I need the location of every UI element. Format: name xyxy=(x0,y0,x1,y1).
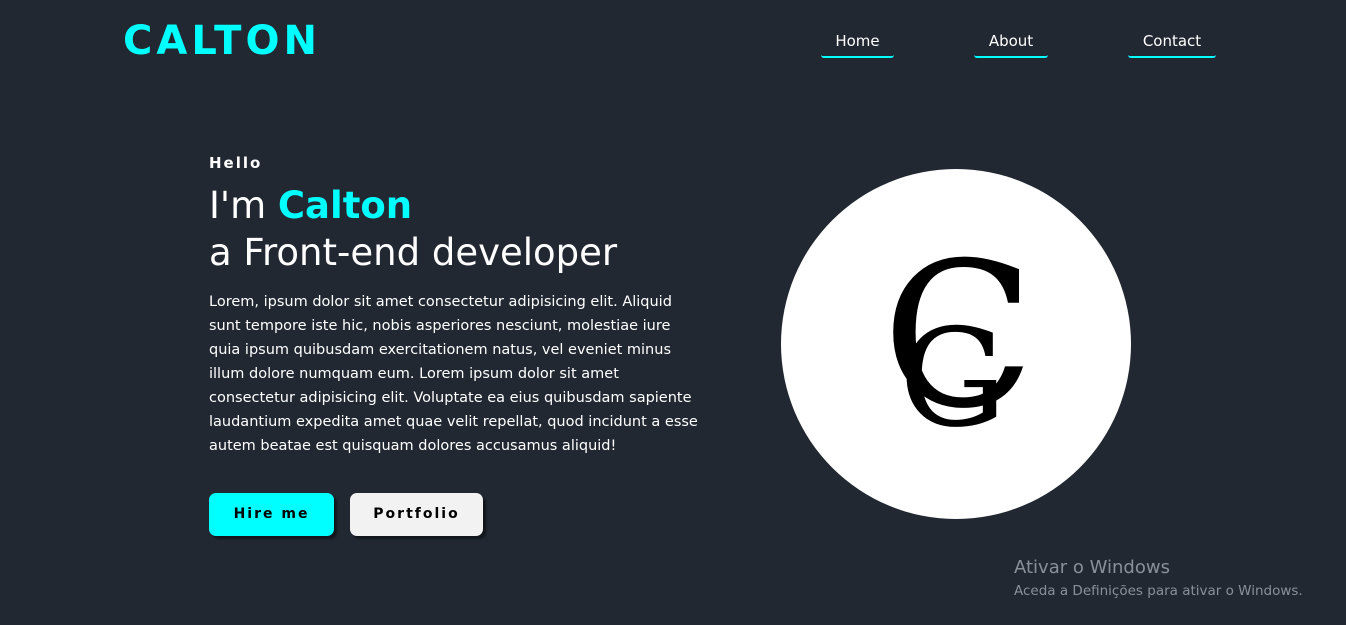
monogram-letter-g: G xyxy=(899,300,1007,457)
hero-greeting: Hello xyxy=(209,154,263,172)
windows-activation-title: Ativar o Windows xyxy=(1014,557,1170,578)
nav-contact-link[interactable]: Contact xyxy=(1128,30,1216,58)
cg-monogram-logo: C G xyxy=(882,220,1035,457)
windows-activation-subtitle: Aceda a Definições para ativar o Windows… xyxy=(1014,583,1303,599)
hero-role: a Front-end developer xyxy=(209,231,618,274)
hero-name: Calton xyxy=(277,184,413,227)
portfolio-button[interactable]: Portfolio xyxy=(350,493,483,536)
site-logo[interactable]: CALTON xyxy=(123,15,321,67)
hire-me-button[interactable]: Hire me xyxy=(209,493,334,536)
hero-headline: I'm Calton a Front-end developer xyxy=(209,182,709,276)
nav-about-link[interactable]: About xyxy=(974,30,1048,58)
profile-image-circle: C G xyxy=(781,169,1131,519)
hero-description: Lorem, ipsum dolor sit amet consectetur … xyxy=(209,294,698,454)
hero-section: Hello I'm Calton a Front-end developer L… xyxy=(209,150,709,458)
hero-intro-prefix: I'm xyxy=(209,184,278,227)
nav-home-link[interactable]: Home xyxy=(821,30,894,58)
